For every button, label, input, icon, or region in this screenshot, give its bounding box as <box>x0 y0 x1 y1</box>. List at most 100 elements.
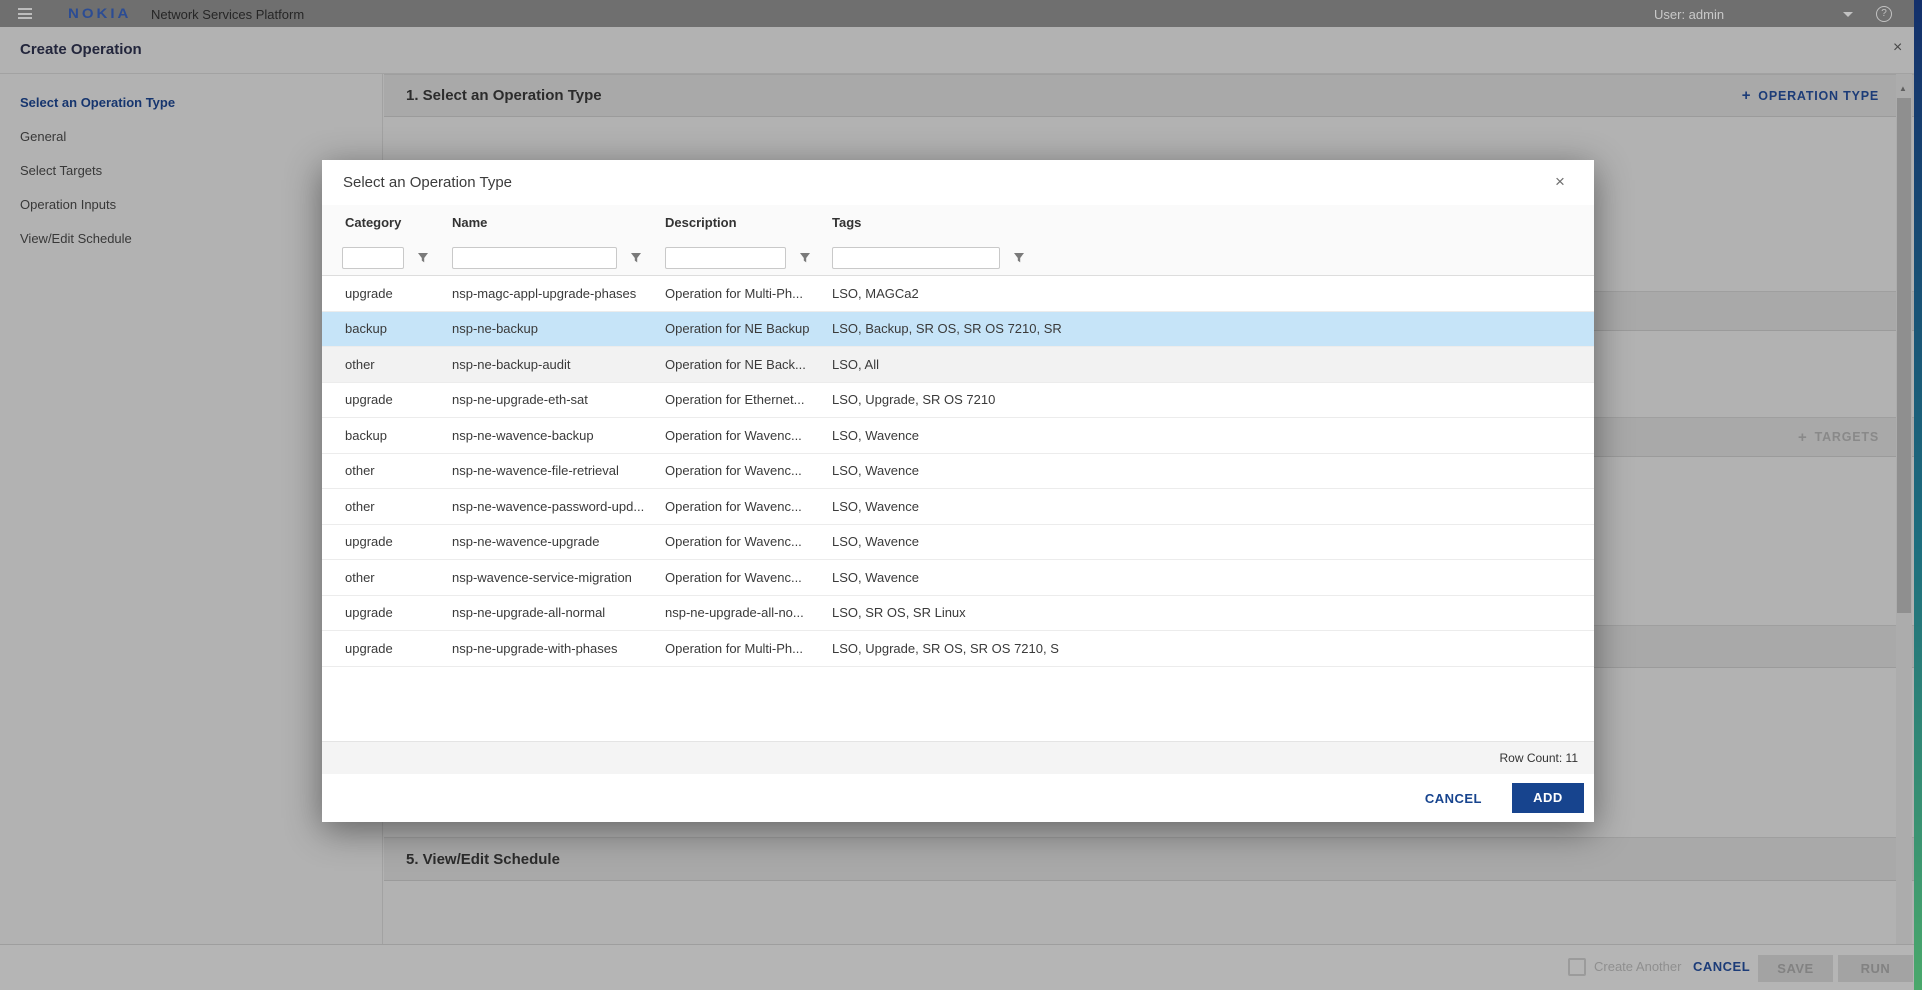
cell-tags: LSO, Backup, SR OS, SR OS 7210, SR <box>832 321 1594 336</box>
cell-name: nsp-ne-backup-audit <box>452 357 665 372</box>
cell-name: nsp-ne-wavence-file-retrieval <box>452 463 665 478</box>
description-filter-input[interactable] <box>665 247 786 269</box>
cell-name: nsp-wavence-service-migration <box>452 570 665 585</box>
page-header: Create Operation × <box>0 27 1922 74</box>
run-button[interactable]: RUN <box>1838 955 1913 982</box>
user-menu-label[interactable]: User: admin <box>1654 7 1724 22</box>
cell-category: other <box>345 499 452 514</box>
row-count-label: Row Count: 11 <box>1500 751 1579 765</box>
scrollbar-thumb[interactable] <box>1897 98 1911 613</box>
product-title: Network Services Platform <box>151 7 304 22</box>
cell-description: Operation for Wavenc... <box>665 463 832 478</box>
filter-cell-name <box>452 247 665 269</box>
button-label: OPERATION TYPE <box>1758 89 1879 103</box>
cell-tags: LSO, SR OS, SR Linux <box>832 605 1594 620</box>
name-filter-input[interactable] <box>452 247 617 269</box>
bottom-action-bar: Create Another CANCEL SAVE RUN <box>0 944 1914 990</box>
cell-name: nsp-ne-wavence-upgrade <box>452 534 665 549</box>
filter-icon[interactable] <box>630 252 642 264</box>
cell-tags: LSO, Upgrade, SR OS, SR OS 7210, S <box>832 641 1594 656</box>
cancel-button[interactable]: CANCEL <box>1693 959 1750 974</box>
table-row[interactable]: upgradensp-magc-appl-upgrade-phasesOpera… <box>322 276 1594 312</box>
filter-icon[interactable] <box>1013 252 1025 264</box>
table-status-bar: Row Count: 11 <box>322 741 1594 774</box>
chevron-down-icon[interactable] <box>1843 12 1853 17</box>
filter-icon[interactable] <box>799 252 811 264</box>
section-title: 5. View/Edit Schedule <box>406 851 560 868</box>
cell-name: nsp-ne-wavence-password-upd... <box>452 499 665 514</box>
cell-category: upgrade <box>345 534 452 549</box>
cancel-button[interactable]: CANCEL <box>1425 791 1482 806</box>
cell-tags: LSO, Wavence <box>832 570 1594 585</box>
cell-category: other <box>345 463 452 478</box>
column-header[interactable]: Category <box>345 215 452 230</box>
column-header[interactable]: Name <box>452 215 665 230</box>
close-icon[interactable]: × <box>1893 40 1902 56</box>
cell-category: upgrade <box>345 286 452 301</box>
create-another-checkbox[interactable] <box>1568 958 1586 976</box>
cell-tags: LSO, MAGCa2 <box>832 286 1594 301</box>
section-header-schedule: 5. View/Edit Schedule <box>384 837 1914 881</box>
filter-cell-description <box>665 247 832 269</box>
add-targets-button[interactable]: + TARGETS <box>1798 429 1879 446</box>
page-title: Create Operation <box>20 41 142 58</box>
filter-row <box>322 240 1594 275</box>
add-button[interactable]: ADD <box>1512 783 1584 813</box>
dialog-footer: CANCEL ADD <box>322 774 1594 822</box>
sidebar-item[interactable]: General <box>0 120 382 154</box>
select-operation-type-dialog: Select an Operation Type × CategoryNameD… <box>322 160 1594 822</box>
cell-name: nsp-ne-wavence-backup <box>452 428 665 443</box>
top-bar: NOKIA Network Services Platform User: ad… <box>0 0 1922 27</box>
cell-description: Operation for Multi-Ph... <box>665 286 832 301</box>
cell-description: Operation for NE Backup <box>665 321 832 336</box>
cell-category: upgrade <box>345 392 452 407</box>
cell-description: Operation for NE Back... <box>665 357 832 372</box>
column-header-row: CategoryNameDescriptionTags <box>322 205 1594 240</box>
sidebar-item[interactable]: Select an Operation Type <box>0 86 382 120</box>
cell-name: nsp-ne-backup <box>452 321 665 336</box>
table-row[interactable]: backupnsp-ne-backupOperation for NE Back… <box>322 312 1594 348</box>
filter-cell-tags <box>832 247 1594 269</box>
operation-type-table: upgradensp-magc-appl-upgrade-phasesOpera… <box>322 276 1594 667</box>
add-operation-type-button[interactable]: + OPERATION TYPE <box>1742 87 1879 104</box>
column-header[interactable]: Tags <box>832 215 1594 230</box>
table-row[interactable]: othernsp-ne-wavence-password-upd...Opera… <box>322 489 1594 525</box>
column-header[interactable]: Description <box>665 215 832 230</box>
cell-category: upgrade <box>345 605 452 620</box>
cell-tags: LSO, Upgrade, SR OS 7210 <box>832 392 1594 407</box>
cell-category: backup <box>345 321 452 336</box>
cell-description: Operation for Wavenc... <box>665 570 832 585</box>
table-row[interactable]: upgradensp-ne-wavence-upgradeOperation f… <box>322 525 1594 561</box>
main-scrollbar[interactable]: ▲ <box>1896 74 1912 944</box>
cell-tags: LSO, Wavence <box>832 534 1594 549</box>
filter-icon[interactable] <box>417 252 429 264</box>
dialog-title: Select an Operation Type <box>343 174 512 191</box>
table-row[interactable]: upgradensp-ne-upgrade-eth-satOperation f… <box>322 383 1594 419</box>
table-row[interactable]: othernsp-wavence-service-migrationOperat… <box>322 560 1594 596</box>
create-another-label: Create Another <box>1594 959 1681 974</box>
cell-name: nsp-ne-upgrade-all-normal <box>452 605 665 620</box>
nokia-logo: NOKIA <box>68 5 131 21</box>
scroll-up-icon[interactable]: ▲ <box>1899 84 1907 93</box>
close-icon[interactable]: × <box>1555 173 1565 190</box>
cell-tags: LSO, Wavence <box>832 463 1594 478</box>
category-filter-input[interactable] <box>342 247 404 269</box>
save-button[interactable]: SAVE <box>1758 955 1833 982</box>
plus-icon: + <box>1742 87 1752 104</box>
table-row[interactable]: othernsp-ne-wavence-file-retrievalOperat… <box>322 454 1594 490</box>
cell-tags: LSO, Wavence <box>832 428 1594 443</box>
cell-description: Operation for Wavenc... <box>665 534 832 549</box>
table-row[interactable]: othernsp-ne-backup-auditOperation for NE… <box>322 347 1594 383</box>
cell-tags: LSO, Wavence <box>832 499 1594 514</box>
table-row[interactable]: upgradensp-ne-upgrade-all-normalnsp-ne-u… <box>322 596 1594 632</box>
cell-description: Operation for Ethernet... <box>665 392 832 407</box>
plus-icon: + <box>1798 429 1808 446</box>
help-icon[interactable]: ? <box>1876 6 1892 22</box>
table-header: CategoryNameDescriptionTags <box>322 205 1594 276</box>
hamburger-menu-icon[interactable] <box>18 8 32 19</box>
tags-filter-input[interactable] <box>832 247 1000 269</box>
cell-name: nsp-ne-upgrade-eth-sat <box>452 392 665 407</box>
table-row[interactable]: backupnsp-ne-wavence-backupOperation for… <box>322 418 1594 454</box>
filter-cell-category <box>345 247 452 269</box>
table-row[interactable]: upgradensp-ne-upgrade-with-phasesOperati… <box>322 631 1594 667</box>
